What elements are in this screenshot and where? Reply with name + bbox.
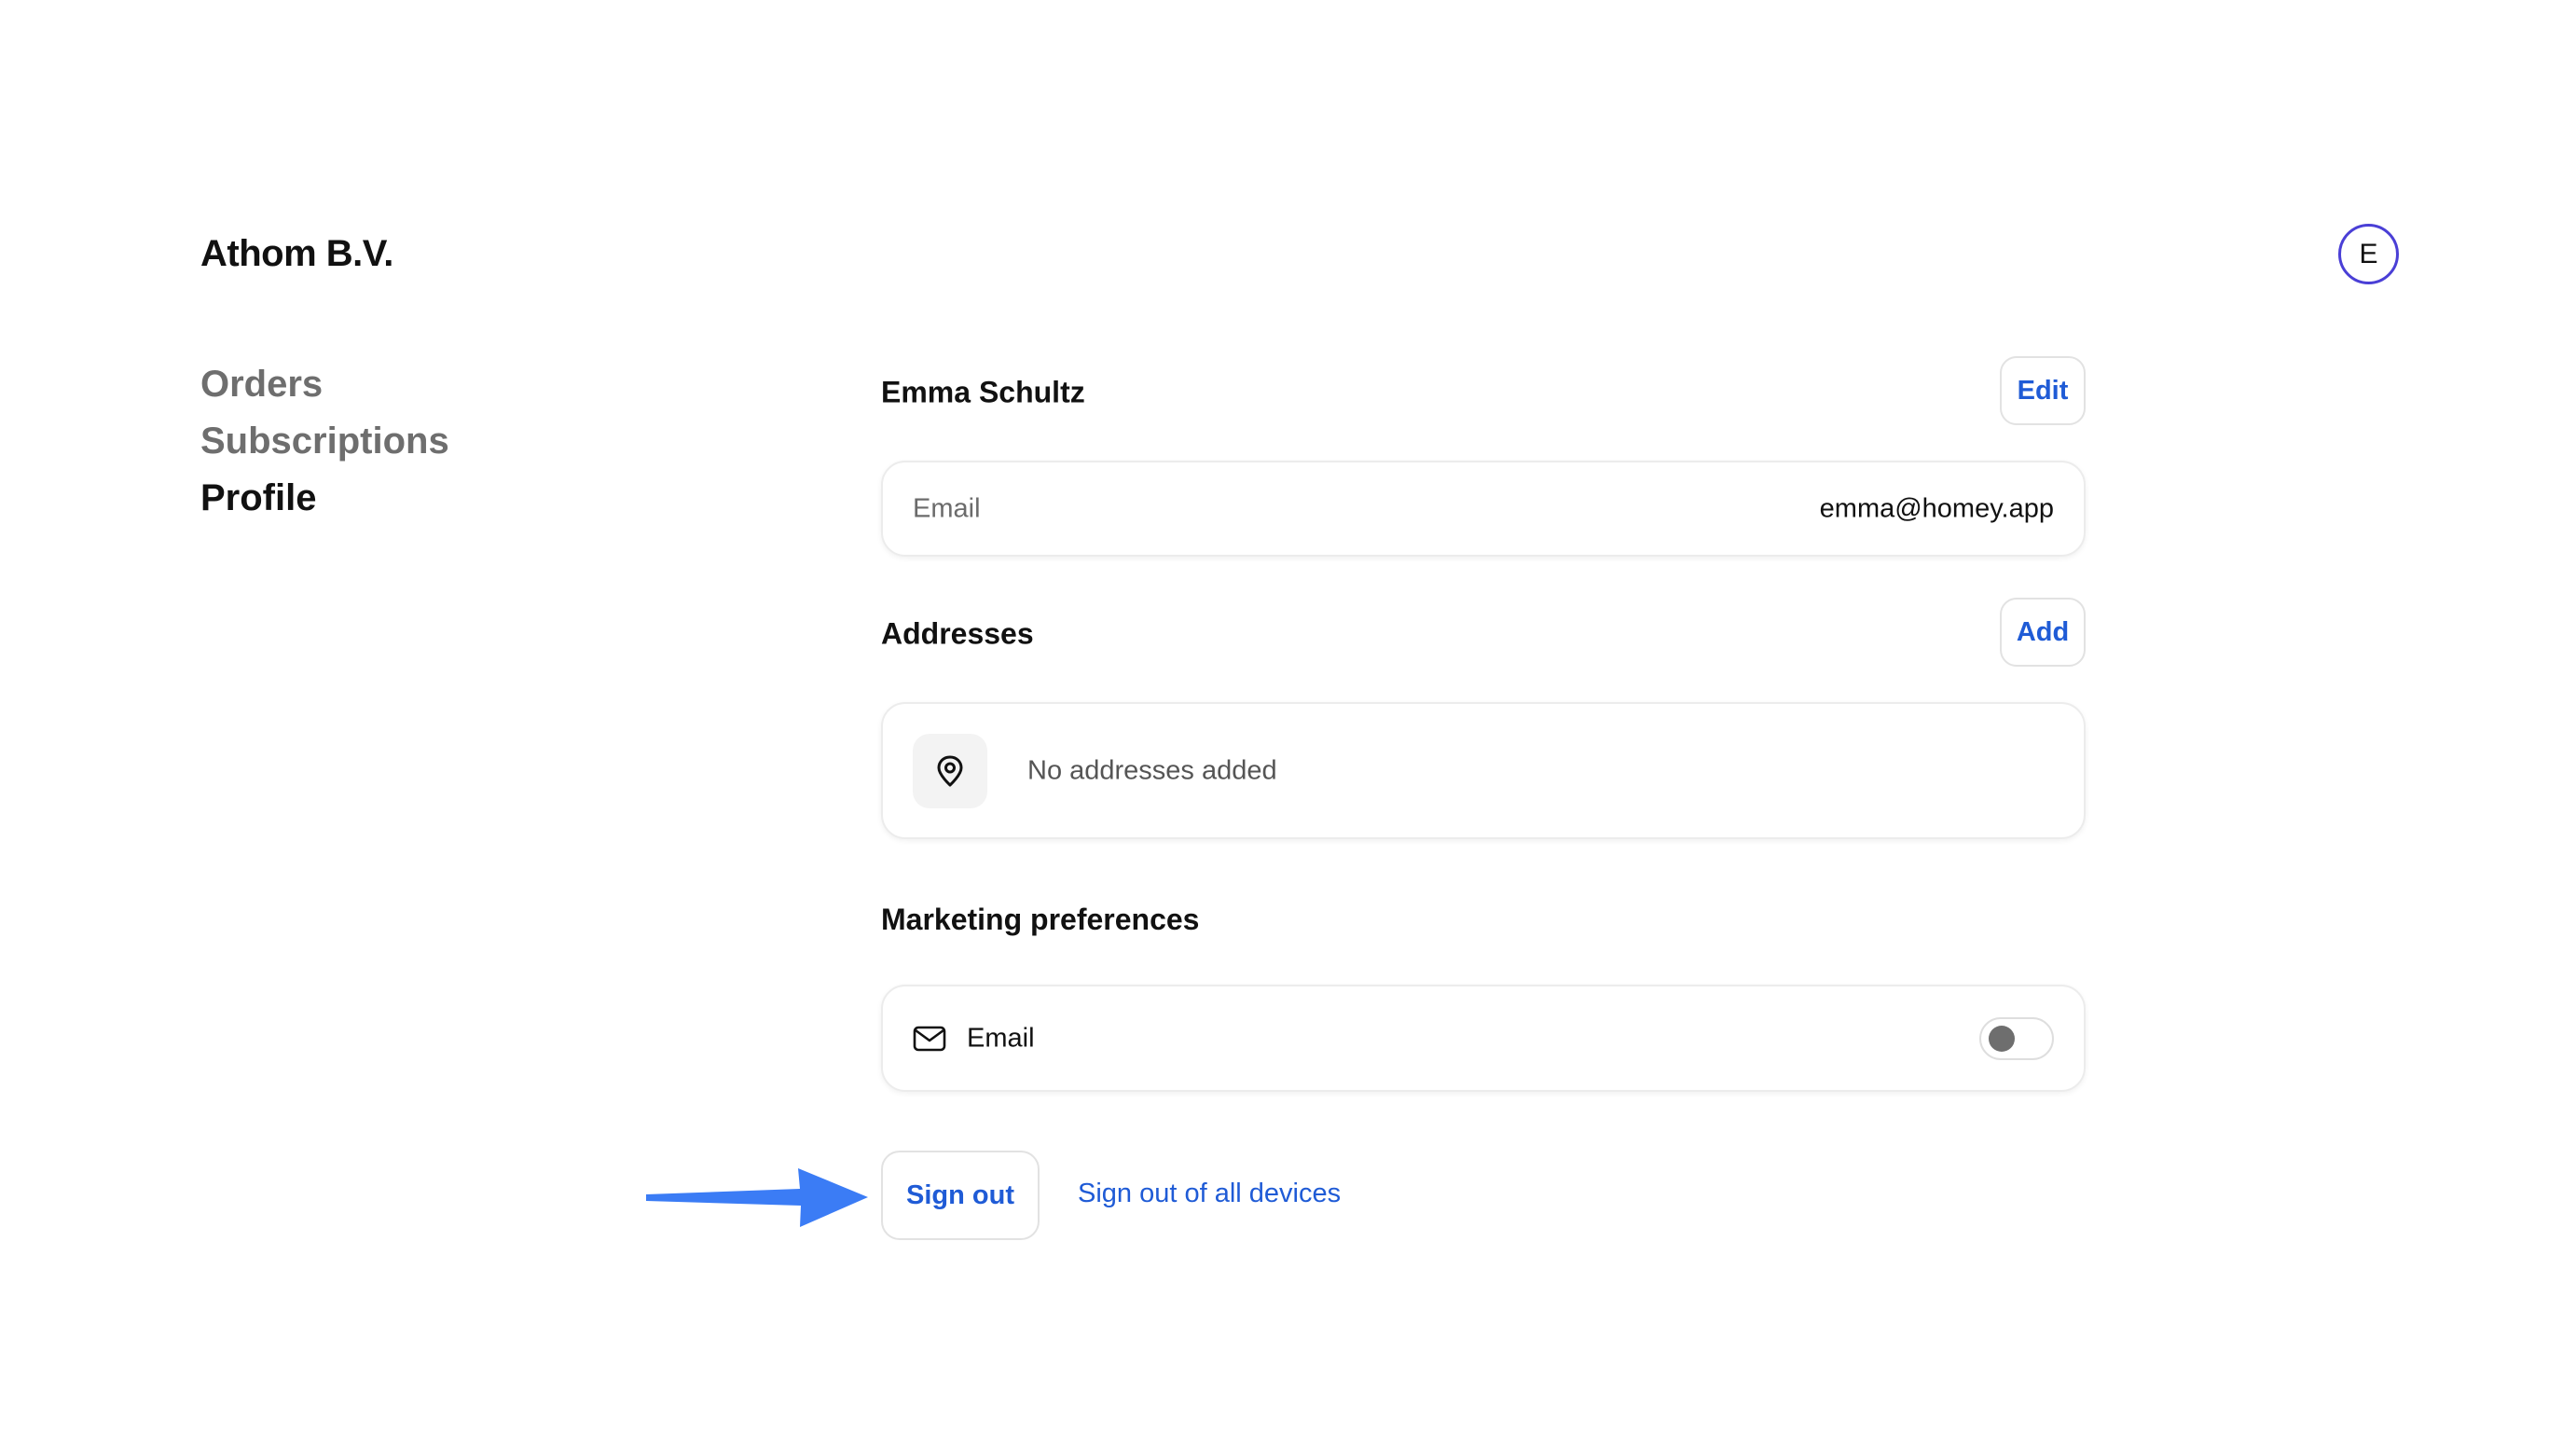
profile-header: Emma Schultz Edit bbox=[881, 356, 2086, 429]
sidebar-item-subscriptions[interactable]: Subscriptions bbox=[200, 413, 449, 470]
avatar-initial: E bbox=[2359, 238, 2378, 269]
marketing-title: Marketing preferences bbox=[881, 903, 1200, 936]
addresses-card: No addresses added bbox=[881, 702, 2086, 839]
sign-out-all-devices-link[interactable]: Sign out of all devices bbox=[1078, 1179, 1341, 1209]
addresses-title: Addresses bbox=[881, 616, 1034, 651]
annotation-arrow-icon bbox=[646, 1168, 868, 1227]
email-value: emma@homey.app bbox=[1819, 493, 2054, 523]
sidebar-item-profile[interactable]: Profile bbox=[200, 470, 449, 527]
no-addresses-text: No addresses added bbox=[1027, 755, 1277, 785]
add-address-button[interactable]: Add bbox=[2000, 598, 2086, 667]
profile-name: Emma Schultz bbox=[881, 375, 1085, 409]
sign-out-button[interactable]: Sign out bbox=[881, 1151, 1040, 1240]
toggle-knob bbox=[1989, 1025, 2015, 1052]
sidebar-item-orders[interactable]: Orders bbox=[200, 356, 449, 413]
edit-profile-button[interactable]: Edit bbox=[2000, 356, 2086, 425]
email-card: Email emma@homey.app bbox=[881, 461, 2086, 557]
brand-name: Athom B.V. bbox=[200, 233, 393, 274]
addresses-header: Addresses Add bbox=[881, 598, 2086, 670]
map-pin-icon bbox=[913, 734, 987, 808]
marketing-email-card: Email bbox=[881, 985, 2086, 1092]
sidebar-nav: Orders Subscriptions Profile bbox=[200, 356, 449, 527]
user-avatar[interactable]: E bbox=[2338, 224, 2399, 284]
marketing-email-toggle[interactable] bbox=[1979, 1016, 2054, 1060]
email-label: Email bbox=[913, 493, 981, 523]
marketing-email-label: Email bbox=[967, 1023, 1035, 1053]
mail-icon bbox=[913, 1026, 946, 1052]
